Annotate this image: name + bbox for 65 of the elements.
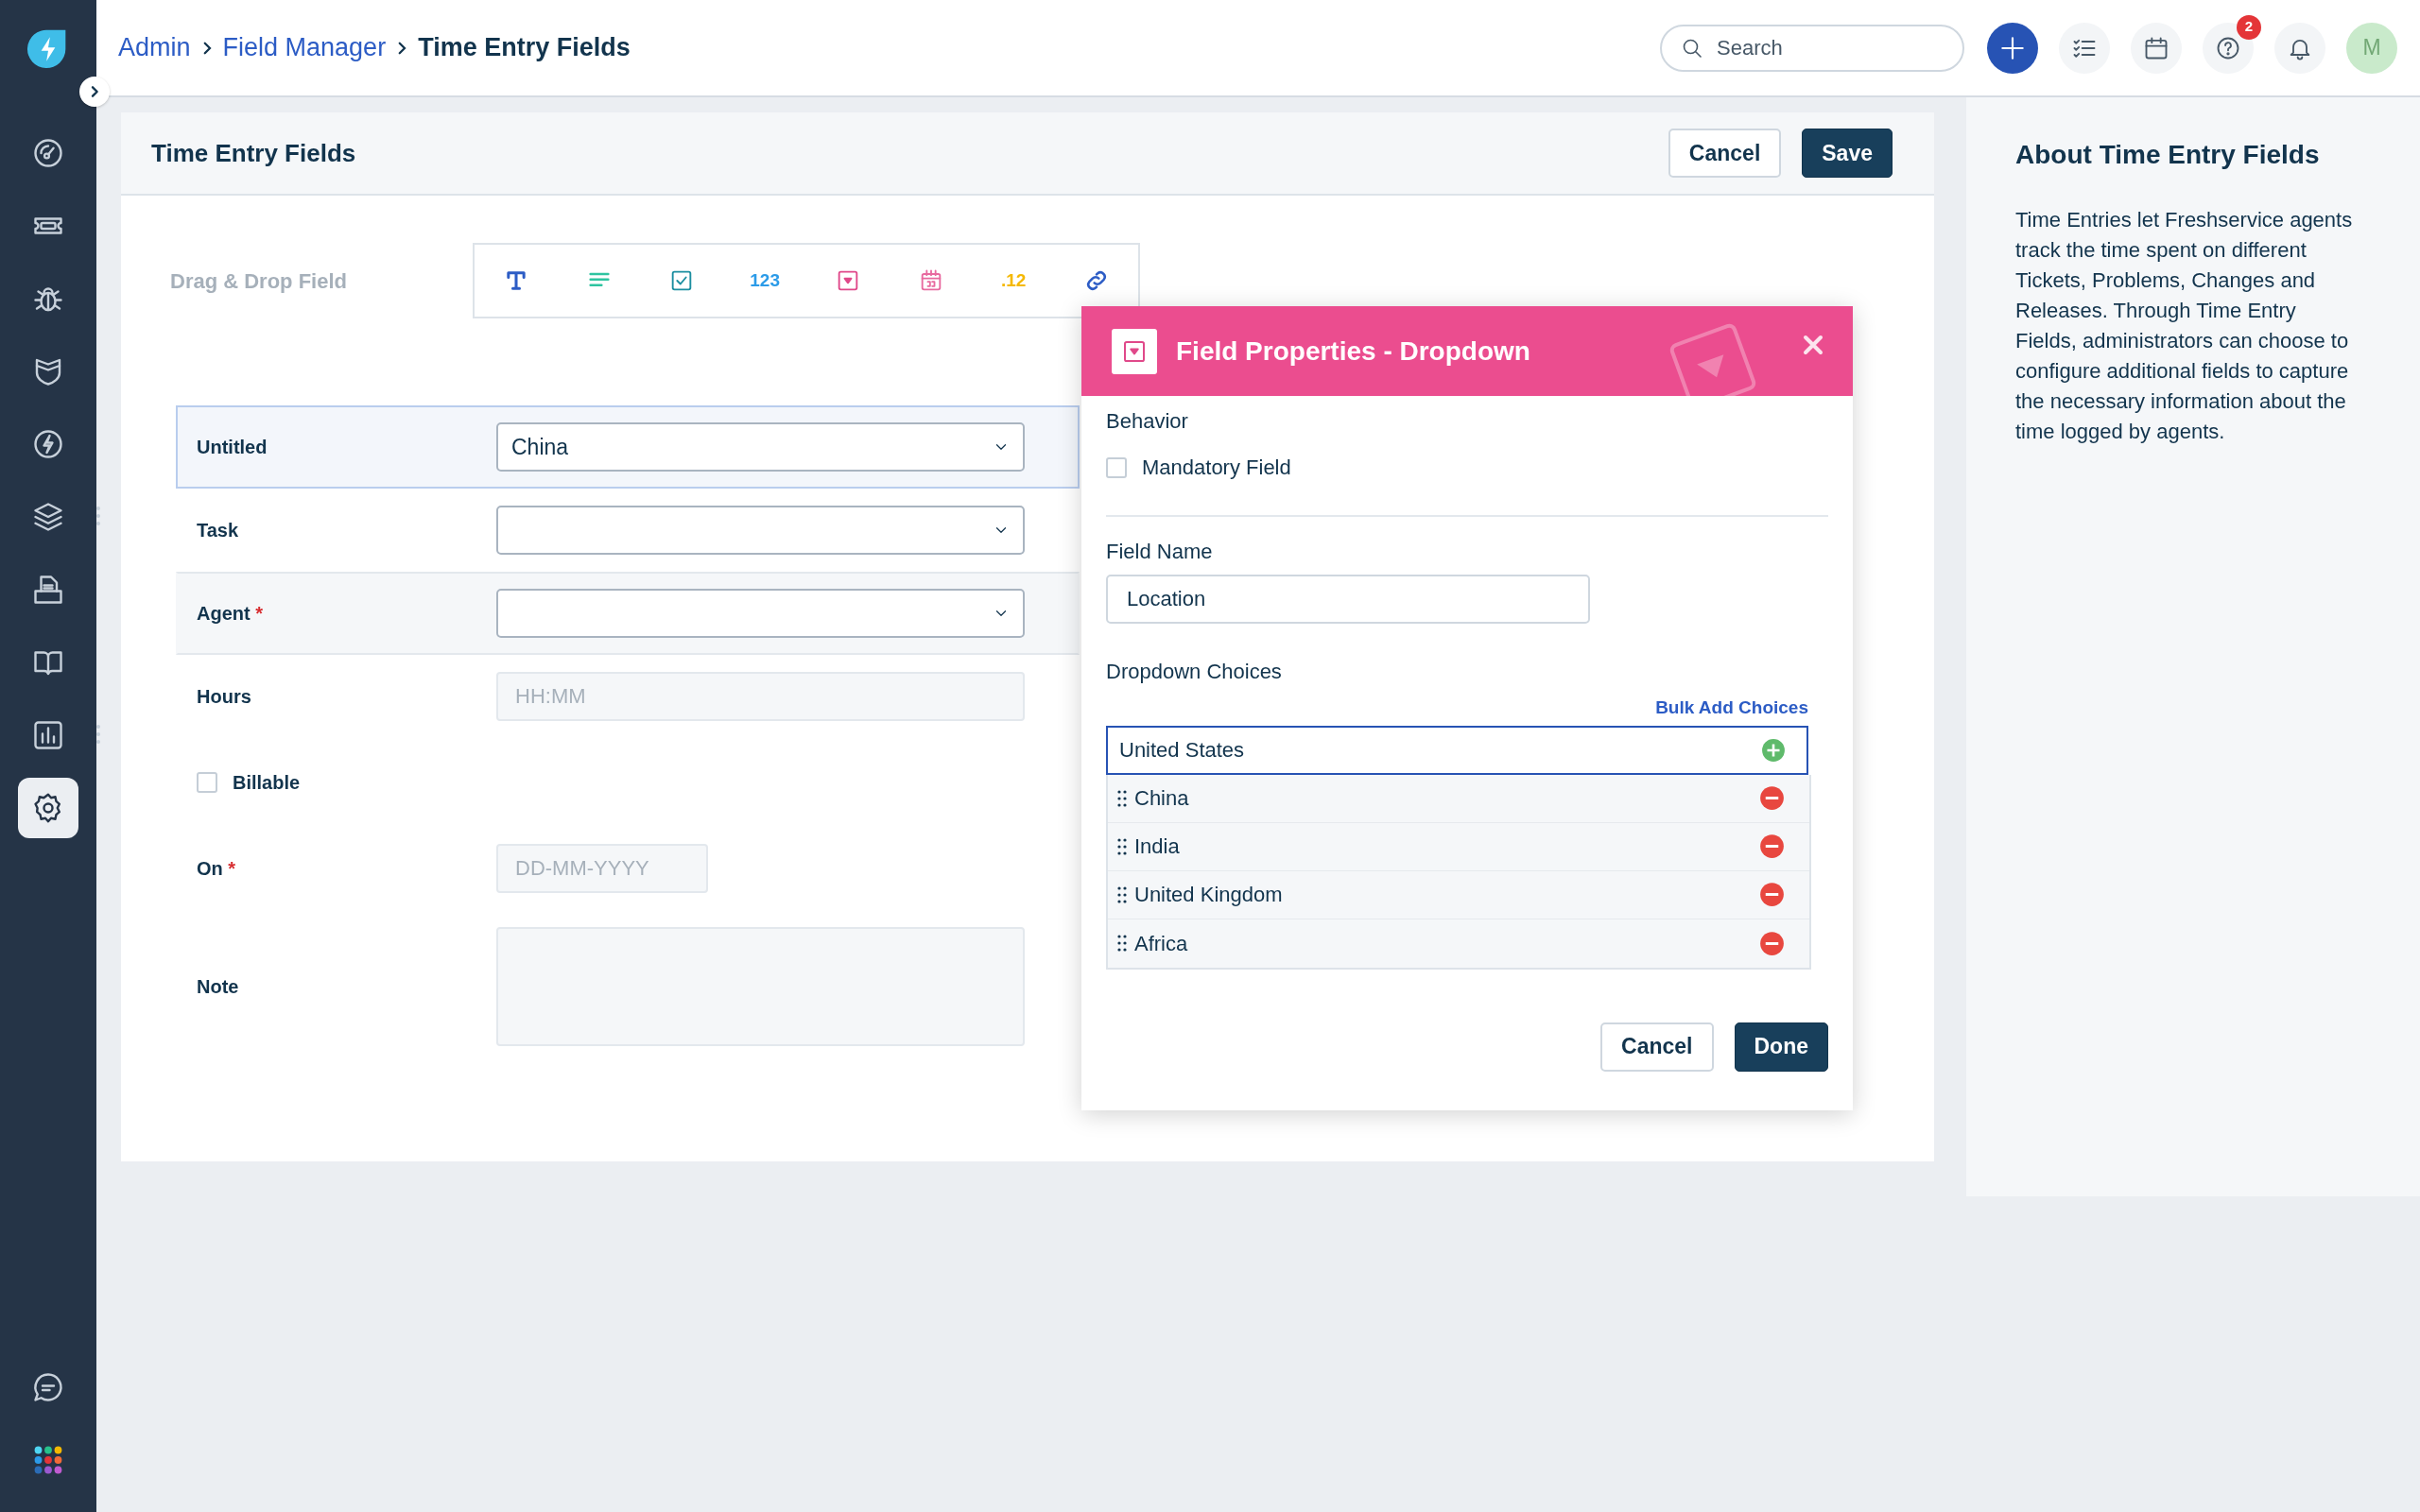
dropdown-field[interactable]: China bbox=[496, 422, 1025, 472]
remove-button[interactable] bbox=[1759, 930, 1785, 956]
page-title: Time Entry Fields bbox=[151, 137, 356, 169]
about-text: Time Entries let Freshservice agents track the time spent on different Tickets, Problems, Changes and Releases. Through Time Entry Fields, administrators can choose to configure additional fields to capture the necessary information about the time logged by agents. bbox=[2015, 207, 2354, 445]
bulk-add-link[interactable]: Bulk Add Choices bbox=[1655, 695, 1808, 722]
layers-icon bbox=[31, 500, 65, 534]
choice-text: India bbox=[1134, 833, 1181, 860]
primary-button[interactable]: Save bbox=[1802, 129, 1893, 178]
behavior-label: Behavior bbox=[1106, 408, 1189, 435]
remove-button[interactable] bbox=[1759, 785, 1785, 811]
secondary-button[interactable]: Cancel bbox=[1668, 129, 1782, 178]
bolt-icon bbox=[31, 427, 65, 461]
close-icon bbox=[1802, 333, 1824, 356]
more-icon[interactable] bbox=[95, 724, 101, 745]
search-field[interactable]: Search bbox=[1660, 24, 1964, 72]
breadcrumb-current: Time Entry Fields bbox=[418, 32, 631, 64]
secondary-button[interactable]: Cancel bbox=[1600, 1022, 1714, 1072]
field-name-input[interactable]: Location bbox=[1106, 575, 1590, 624]
add-button[interactable] bbox=[1987, 22, 2038, 74]
drag-handle-icon[interactable] bbox=[1117, 789, 1127, 807]
gauge-icon bbox=[31, 136, 65, 170]
checkbox[interactable] bbox=[1106, 456, 1127, 478]
field-name-label: Field Name bbox=[1106, 539, 1214, 565]
notification-badge: 2 bbox=[2237, 14, 2261, 40]
remove-button[interactable] bbox=[1759, 833, 1785, 859]
document-icon bbox=[31, 573, 65, 607]
field-label: Task bbox=[197, 519, 240, 542]
checkbox-label: Mandatory Field bbox=[1142, 455, 1291, 481]
dropdown-field[interactable] bbox=[496, 506, 1025, 555]
chart-icon bbox=[31, 718, 65, 752]
choice-text: China bbox=[1134, 785, 1190, 812]
about-title: About Time Entry Fields bbox=[2015, 139, 2321, 171]
field-label: Note bbox=[197, 975, 240, 999]
checkbox[interactable] bbox=[197, 772, 217, 793]
minus-icon bbox=[1759, 833, 1785, 859]
form-row[interactable]: Billable bbox=[176, 738, 1080, 827]
field-label: Untitled bbox=[197, 436, 268, 459]
minus-icon bbox=[1759, 930, 1785, 956]
field-label: Billable bbox=[233, 771, 302, 795]
form-row[interactable]: Agent * bbox=[176, 572, 1080, 655]
chat-icon bbox=[31, 1370, 65, 1404]
breadcrumb-link[interactable]: Admin bbox=[118, 28, 191, 67]
choices-label: Dropdown Choices bbox=[1106, 659, 1283, 685]
drag-handle-icon[interactable] bbox=[1117, 837, 1127, 855]
remove-button[interactable] bbox=[1759, 882, 1785, 907]
choice-text: United Kingdom bbox=[1134, 882, 1284, 908]
new-choice-input[interactable]: United States bbox=[1106, 725, 1808, 775]
breadcrumb-link[interactable]: Field Manager bbox=[222, 28, 387, 67]
palette-label: Drag & Drop Field bbox=[169, 267, 348, 295]
more-icon[interactable] bbox=[95, 506, 101, 526]
close-button[interactable] bbox=[1802, 333, 1824, 356]
field-label: Hours bbox=[197, 685, 252, 709]
field-label: On * bbox=[197, 857, 237, 881]
field-label: Agent * bbox=[197, 602, 264, 626]
dialog-title: Field Properties - Dropdown bbox=[1176, 335, 1530, 368]
primary-button[interactable]: Done bbox=[1734, 1022, 1828, 1072]
minus-icon bbox=[1759, 785, 1785, 811]
choice-text: Africa bbox=[1134, 930, 1189, 957]
sidebar-item[interactable] bbox=[18, 778, 78, 838]
drag-handle-icon[interactable] bbox=[1117, 885, 1127, 903]
minus-icon bbox=[1759, 882, 1785, 907]
drag-handle-icon[interactable] bbox=[1117, 935, 1127, 952]
dropdown-field[interactable] bbox=[496, 589, 1025, 638]
form-row[interactable]: Untitled China bbox=[176, 405, 1080, 489]
form-row[interactable]: Task bbox=[176, 489, 1080, 572]
